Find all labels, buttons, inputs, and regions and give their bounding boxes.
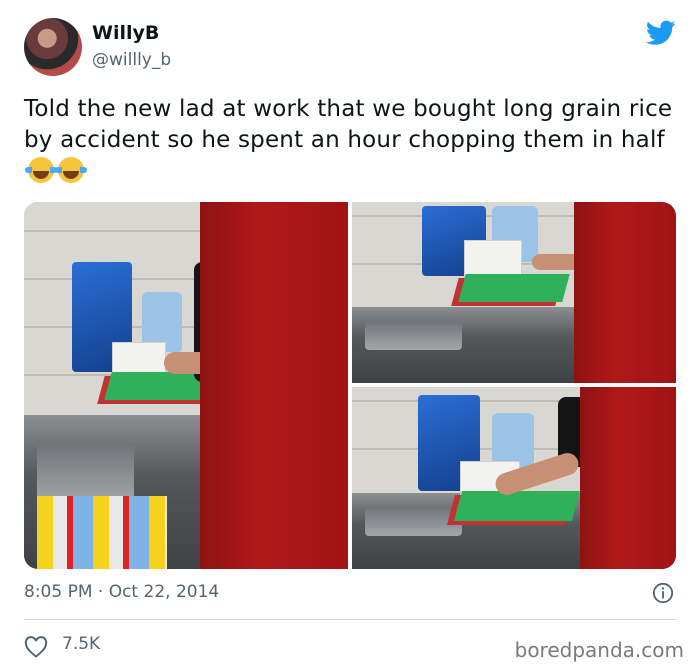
tweet-timestamp[interactable]: 8:05 PM · Oct 22, 2014 — [24, 582, 219, 602]
info-icon[interactable] — [652, 582, 674, 604]
cleaning-bottles — [36, 495, 167, 569]
plastic-tub — [112, 342, 166, 374]
worker-arm — [532, 254, 580, 270]
cutting-board — [458, 274, 570, 302]
plastic-tub — [464, 240, 522, 278]
display-name[interactable]: WillyB — [92, 22, 159, 44]
laughing-crying-emoji-icon — [25, 157, 57, 183]
avatar[interactable] — [24, 18, 82, 76]
tweet-media[interactable] — [24, 202, 676, 569]
red-panel — [200, 202, 348, 569]
red-panel — [574, 202, 676, 383]
sink — [364, 507, 463, 537]
twitter-bird-icon[interactable] — [646, 20, 676, 46]
like-count: 7.5K — [62, 634, 101, 654]
photo-top-right[interactable] — [352, 202, 676, 383]
sink — [36, 444, 135, 503]
red-panel — [580, 387, 676, 569]
photo-left[interactable] — [24, 202, 348, 569]
tweet-body: Told the new lad at work that we bought … — [24, 96, 673, 153]
watermark: boredpanda.com — [514, 638, 684, 662]
cutting-board — [453, 491, 581, 521]
heart-icon[interactable] — [24, 636, 48, 658]
tweet-text: Told the new lad at work that we bought … — [24, 94, 684, 187]
sink — [364, 321, 463, 351]
photo-bottom-right[interactable] — [352, 387, 676, 569]
laughing-crying-emoji-icon — [55, 157, 87, 183]
user-handle[interactable]: @willly_b — [92, 50, 171, 70]
divider — [24, 619, 676, 620]
